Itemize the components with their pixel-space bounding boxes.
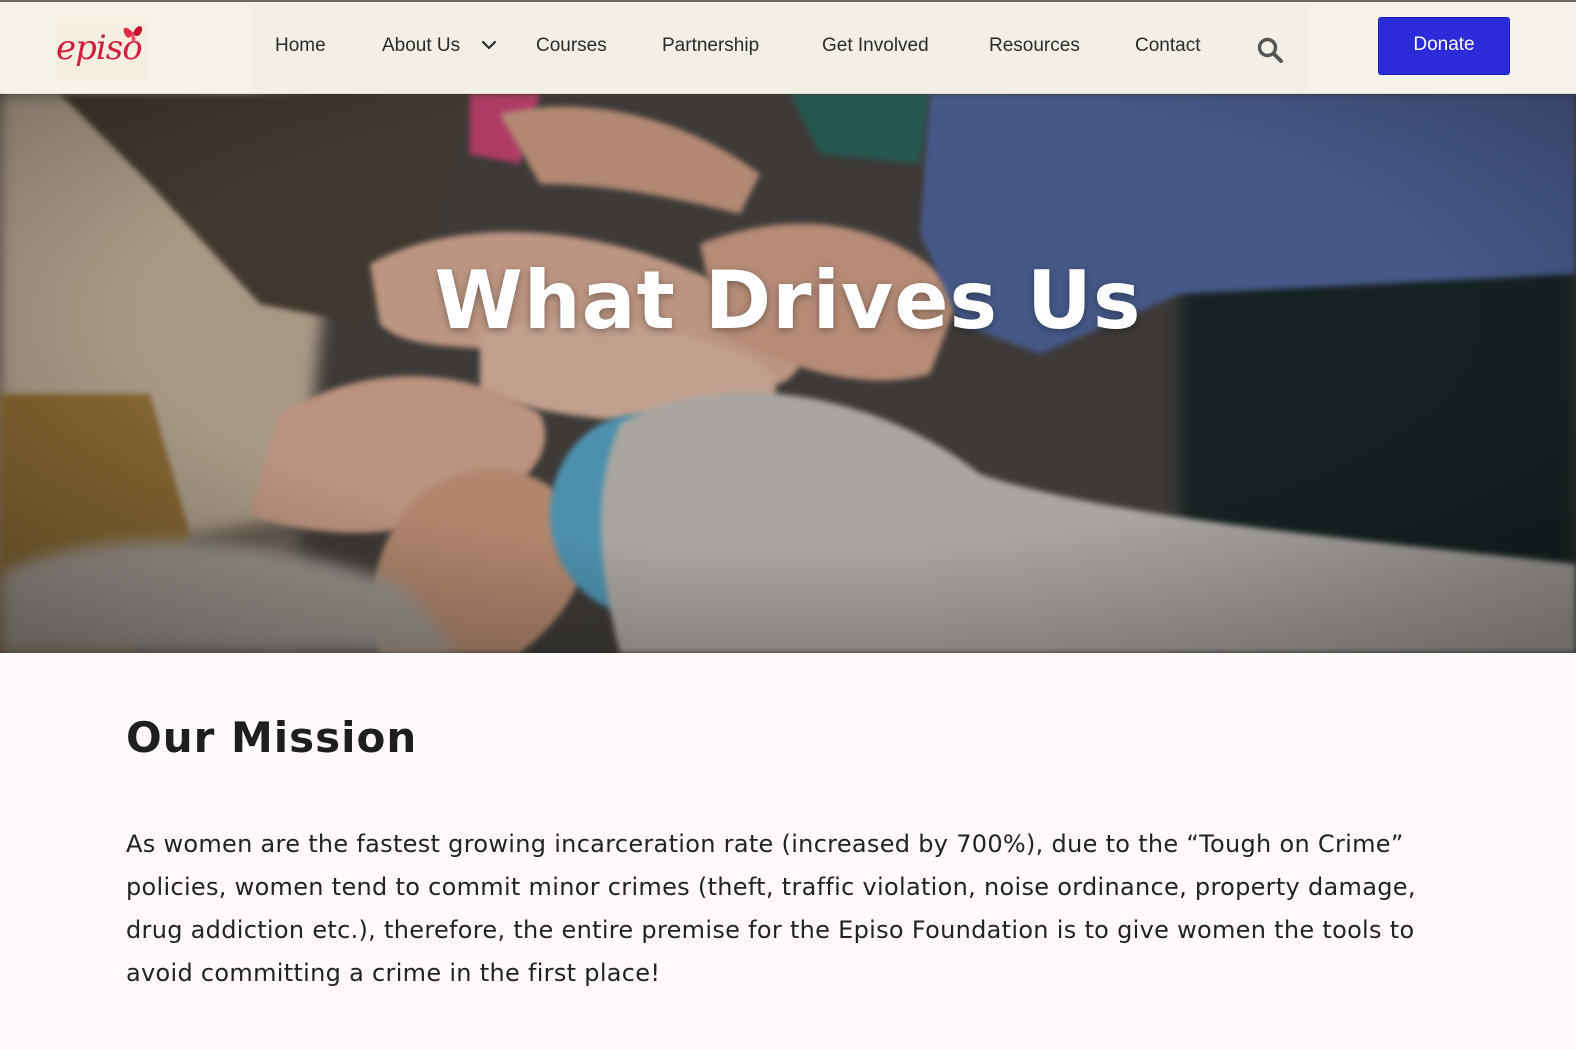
mission-body-text: As women are the fastest growing incarce…: [126, 830, 1416, 987]
nav-about-us[interactable]: About Us: [382, 35, 460, 57]
mission-section: Our Mission As women are the fastest gro…: [0, 653, 1576, 1050]
chevron-down-icon[interactable]: [481, 39, 497, 51]
nav-partnership[interactable]: Partnership: [662, 35, 759, 57]
search-icon[interactable]: [1256, 36, 1284, 64]
donate-button[interactable]: Donate: [1378, 17, 1510, 75]
episo-logo[interactable]: episo: [56, 18, 146, 80]
hero-title: What Drives Us: [434, 253, 1142, 347]
nav-get-involved[interactable]: Get Involved: [822, 35, 929, 57]
nav-courses[interactable]: Courses: [536, 35, 607, 57]
nav-resources[interactable]: Resources: [989, 35, 1080, 57]
nav-contact[interactable]: Contact: [1135, 35, 1200, 57]
butterfly-icon: [123, 26, 143, 43]
nav-home[interactable]: Home: [275, 35, 326, 57]
hero-banner: What Drives Us: [0, 94, 1576, 653]
hero-image-hands-together: [0, 94, 1576, 653]
site-header: episo Home About Us Courses Partnership …: [0, 2, 1576, 94]
mission-heading: Our Mission: [126, 713, 418, 762]
